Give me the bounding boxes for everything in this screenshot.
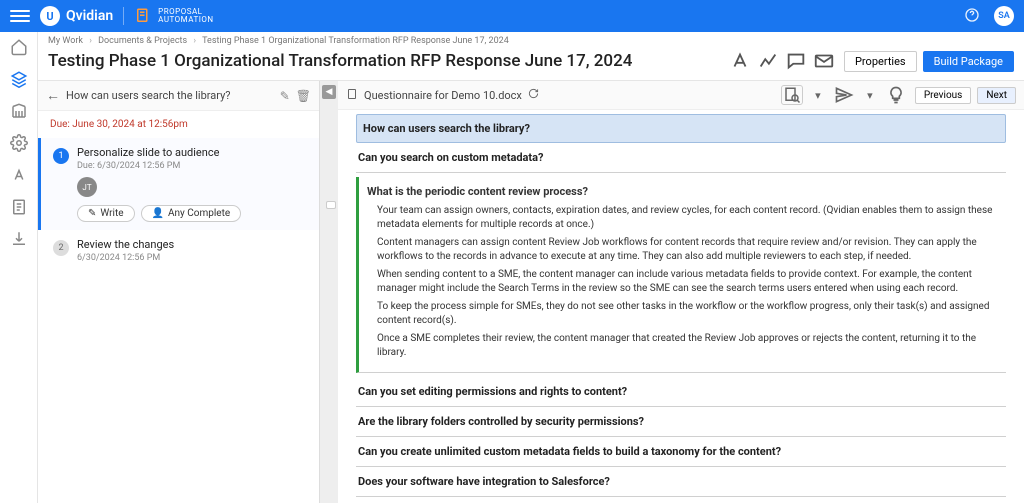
answered-question-block[interactable]: What is the periodic content review proc…	[356, 177, 1006, 373]
crumb-root[interactable]: My Work	[48, 36, 83, 46]
task-panel-header: ← How can users search the library? ✎ 🗑	[38, 81, 319, 111]
properties-button[interactable]: Properties	[844, 51, 917, 72]
menu-icon[interactable]	[10, 6, 30, 26]
question-text: What is the periodic content review proc…	[367, 185, 1006, 198]
page-header: Testing Phase 1 Organizational Transform…	[38, 46, 1024, 81]
due-date: Due: June 30, 2024 at 12:56pm	[38, 111, 319, 138]
crumb-folder[interactable]: Documents & Projects	[98, 36, 187, 46]
proposal-label-2: AUTOMATION	[158, 16, 213, 24]
task-due: 6/30/2024 12:56 PM	[77, 253, 309, 263]
document-filename: Questionnaire for Demo 10.docx	[364, 89, 522, 102]
any-complete-button[interactable]: 👤Any Complete	[141, 205, 242, 222]
task-panel-title: How can users search the library?	[66, 89, 274, 102]
crumb-current: Testing Phase 1 Organizational Transform…	[202, 36, 509, 46]
document-toolbar: Questionnaire for Demo 10.docx ▾ ▾ Previ…	[338, 81, 1024, 110]
question-row[interactable]: Can you create unlimited custom metadata…	[356, 437, 1006, 467]
proposal-automation-label: PROPOSAL AUTOMATION	[158, 8, 213, 24]
answer-paragraph: Content managers can assign content Revi…	[377, 236, 1006, 264]
mail-icon[interactable]	[812, 50, 836, 72]
send-icon[interactable]	[833, 85, 855, 105]
collapse-left-icon[interactable]: ◀	[322, 85, 336, 99]
settings-icon[interactable]	[10, 134, 28, 152]
question-row-highlighted[interactable]: How can users search the library?	[356, 114, 1006, 143]
brand-name: Qvidian	[66, 8, 113, 24]
task-number-badge: 2	[53, 240, 69, 256]
search-doc-icon[interactable]	[781, 85, 803, 105]
chevron-down-icon[interactable]: ▾	[859, 85, 881, 105]
layers-icon[interactable]	[10, 70, 28, 88]
font-icon[interactable]	[10, 166, 28, 184]
user-avatar[interactable]: SA	[994, 6, 1014, 26]
comment-icon[interactable]	[784, 50, 808, 72]
refresh-icon[interactable]	[528, 88, 539, 102]
doc-icon[interactable]	[10, 198, 28, 216]
download-icon[interactable]	[10, 230, 28, 248]
library-icon[interactable]	[10, 102, 28, 120]
page-title: Testing Phase 1 Organizational Transform…	[48, 51, 726, 71]
breadcrumb: My Work › Documents & Projects › Testing…	[38, 32, 1024, 46]
task-number-badge: 1	[53, 148, 69, 164]
top-bar: U Qvidian PROPOSAL AUTOMATION SA	[0, 0, 1024, 32]
section-heading: Automating Documents	[356, 497, 1006, 503]
brand-logo[interactable]: U	[40, 6, 60, 26]
task-item-1[interactable]: 1 Personalize slide to audience Due: 6/3…	[38, 138, 319, 230]
task-panel: ← How can users search the library? ✎ 🗑 …	[38, 81, 320, 503]
answer-paragraph: When sending content to a SME, the conte…	[377, 268, 1006, 296]
task-due: Due: 6/30/2024 12:56 PM	[77, 161, 309, 171]
help-icon[interactable]	[964, 7, 980, 26]
back-icon[interactable]: ←	[46, 87, 60, 104]
document-pane: Questionnaire for Demo 10.docx ▾ ▾ Previ…	[338, 81, 1024, 503]
text-style-icon[interactable]	[728, 50, 752, 72]
question-row[interactable]: Can you set editing permissions and righ…	[356, 377, 1006, 407]
question-row[interactable]: Are the library folders controlled by se…	[356, 407, 1006, 437]
next-button[interactable]: Next	[977, 87, 1016, 104]
panel-gutter[interactable]: ◀	[320, 81, 338, 503]
delete-icon[interactable]: 🗑	[296, 89, 311, 103]
write-button[interactable]: ✎Write	[77, 205, 135, 222]
brand-divider	[123, 7, 124, 25]
question-row[interactable]: Does your software have integration to S…	[356, 467, 1006, 497]
document-icon	[134, 7, 152, 25]
task-title: Review the changes	[77, 238, 309, 251]
question-row[interactable]: Can you search on custom metadata?	[356, 143, 1006, 173]
answer-paragraph: Once a SME completes their review, the c…	[377, 332, 1006, 360]
answer-paragraph: Your team can assign owners, contacts, e…	[377, 204, 1006, 232]
left-nav	[0, 32, 38, 503]
task-title: Personalize slide to audience	[77, 146, 309, 159]
file-type-icon	[346, 88, 358, 103]
assignee-avatar[interactable]: JT	[77, 177, 97, 197]
comment-bubble-icon[interactable]	[326, 201, 336, 209]
home-icon[interactable]	[10, 38, 28, 56]
edit-icon[interactable]: ✎	[280, 89, 290, 103]
previous-button[interactable]: Previous	[915, 87, 972, 104]
build-package-button[interactable]: Build Package	[923, 51, 1014, 72]
document-body[interactable]: How can users search the library? Can yo…	[338, 110, 1024, 503]
answer-paragraph: To keep the process simple for SMEs, the…	[377, 300, 1006, 328]
task-item-2[interactable]: 2 Review the changes 6/30/2024 12:56 PM	[38, 230, 319, 271]
chevron-down-icon[interactable]: ▾	[807, 85, 829, 105]
bulb-icon[interactable]	[885, 85, 907, 105]
chart-icon[interactable]	[756, 50, 780, 72]
